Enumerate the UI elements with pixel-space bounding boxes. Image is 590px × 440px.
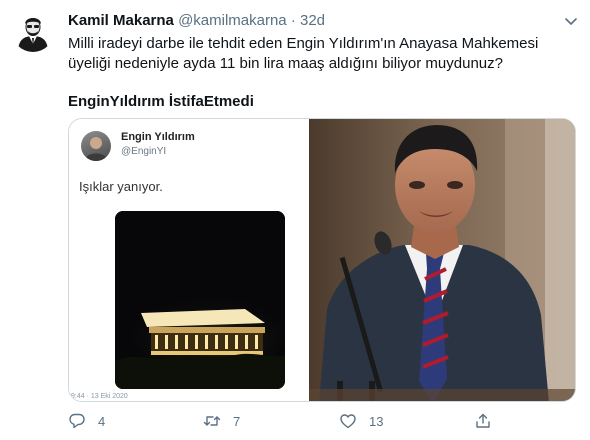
share-button[interactable] bbox=[474, 410, 492, 432]
display-name[interactable]: Kamil Makarna bbox=[68, 12, 174, 29]
tweet-text: Milli iradeyi darbe ile tehdit eden Engi… bbox=[68, 35, 539, 72]
night-building-photo bbox=[115, 211, 285, 389]
embedded-date: 9:44 · 13 Eki 2020 bbox=[71, 393, 128, 400]
reply-icon bbox=[69, 413, 85, 429]
share-icon bbox=[476, 413, 490, 428]
reply-button[interactable]: 4 bbox=[68, 410, 105, 432]
tweet-actions: 4 7 13 bbox=[68, 410, 568, 434]
separator-dot: · bbox=[290, 12, 296, 29]
like-icon bbox=[340, 414, 356, 429]
caret-down-icon bbox=[565, 18, 577, 25]
user-handle[interactable]: @kamilmakarna bbox=[178, 12, 287, 29]
like-count: 13 bbox=[369, 413, 384, 429]
embedded-text: Işıklar yanıyor. bbox=[79, 179, 163, 194]
avatar-illustration bbox=[12, 10, 54, 52]
tweet-media[interactable]: Engin Yıldırım @EnginYI Işıklar yanıyor. bbox=[68, 118, 576, 402]
avatar[interactable] bbox=[12, 10, 54, 52]
reply-count: 4 bbox=[98, 413, 106, 429]
embedded-avatar bbox=[81, 131, 111, 161]
tweet-header: Kamil Makarna @kamilmakarna · 32d bbox=[68, 12, 325, 30]
retweet-count: 7 bbox=[233, 413, 241, 429]
embedded-handle: @EnginYI bbox=[121, 146, 167, 157]
like-button[interactable]: 13 bbox=[339, 410, 383, 432]
retweet-icon bbox=[203, 416, 221, 426]
speaker-photo[interactable] bbox=[309, 119, 575, 401]
embedded-screenshot[interactable]: Engin Yıldırım @EnginYI Işıklar yanıyor. bbox=[69, 119, 309, 401]
tweet[interactable]: Kamil Makarna @kamilmakarna · 32d Milli … bbox=[0, 0, 590, 440]
more-options-button[interactable] bbox=[562, 12, 580, 30]
tweet-hashtag[interactable]: EnginYıldırım İstifaEtmedi bbox=[68, 92, 254, 112]
tweet-timestamp[interactable]: 32d bbox=[300, 12, 325, 29]
retweet-button[interactable]: 7 bbox=[203, 410, 240, 432]
embedded-name: Engin Yıldırım bbox=[121, 131, 195, 143]
